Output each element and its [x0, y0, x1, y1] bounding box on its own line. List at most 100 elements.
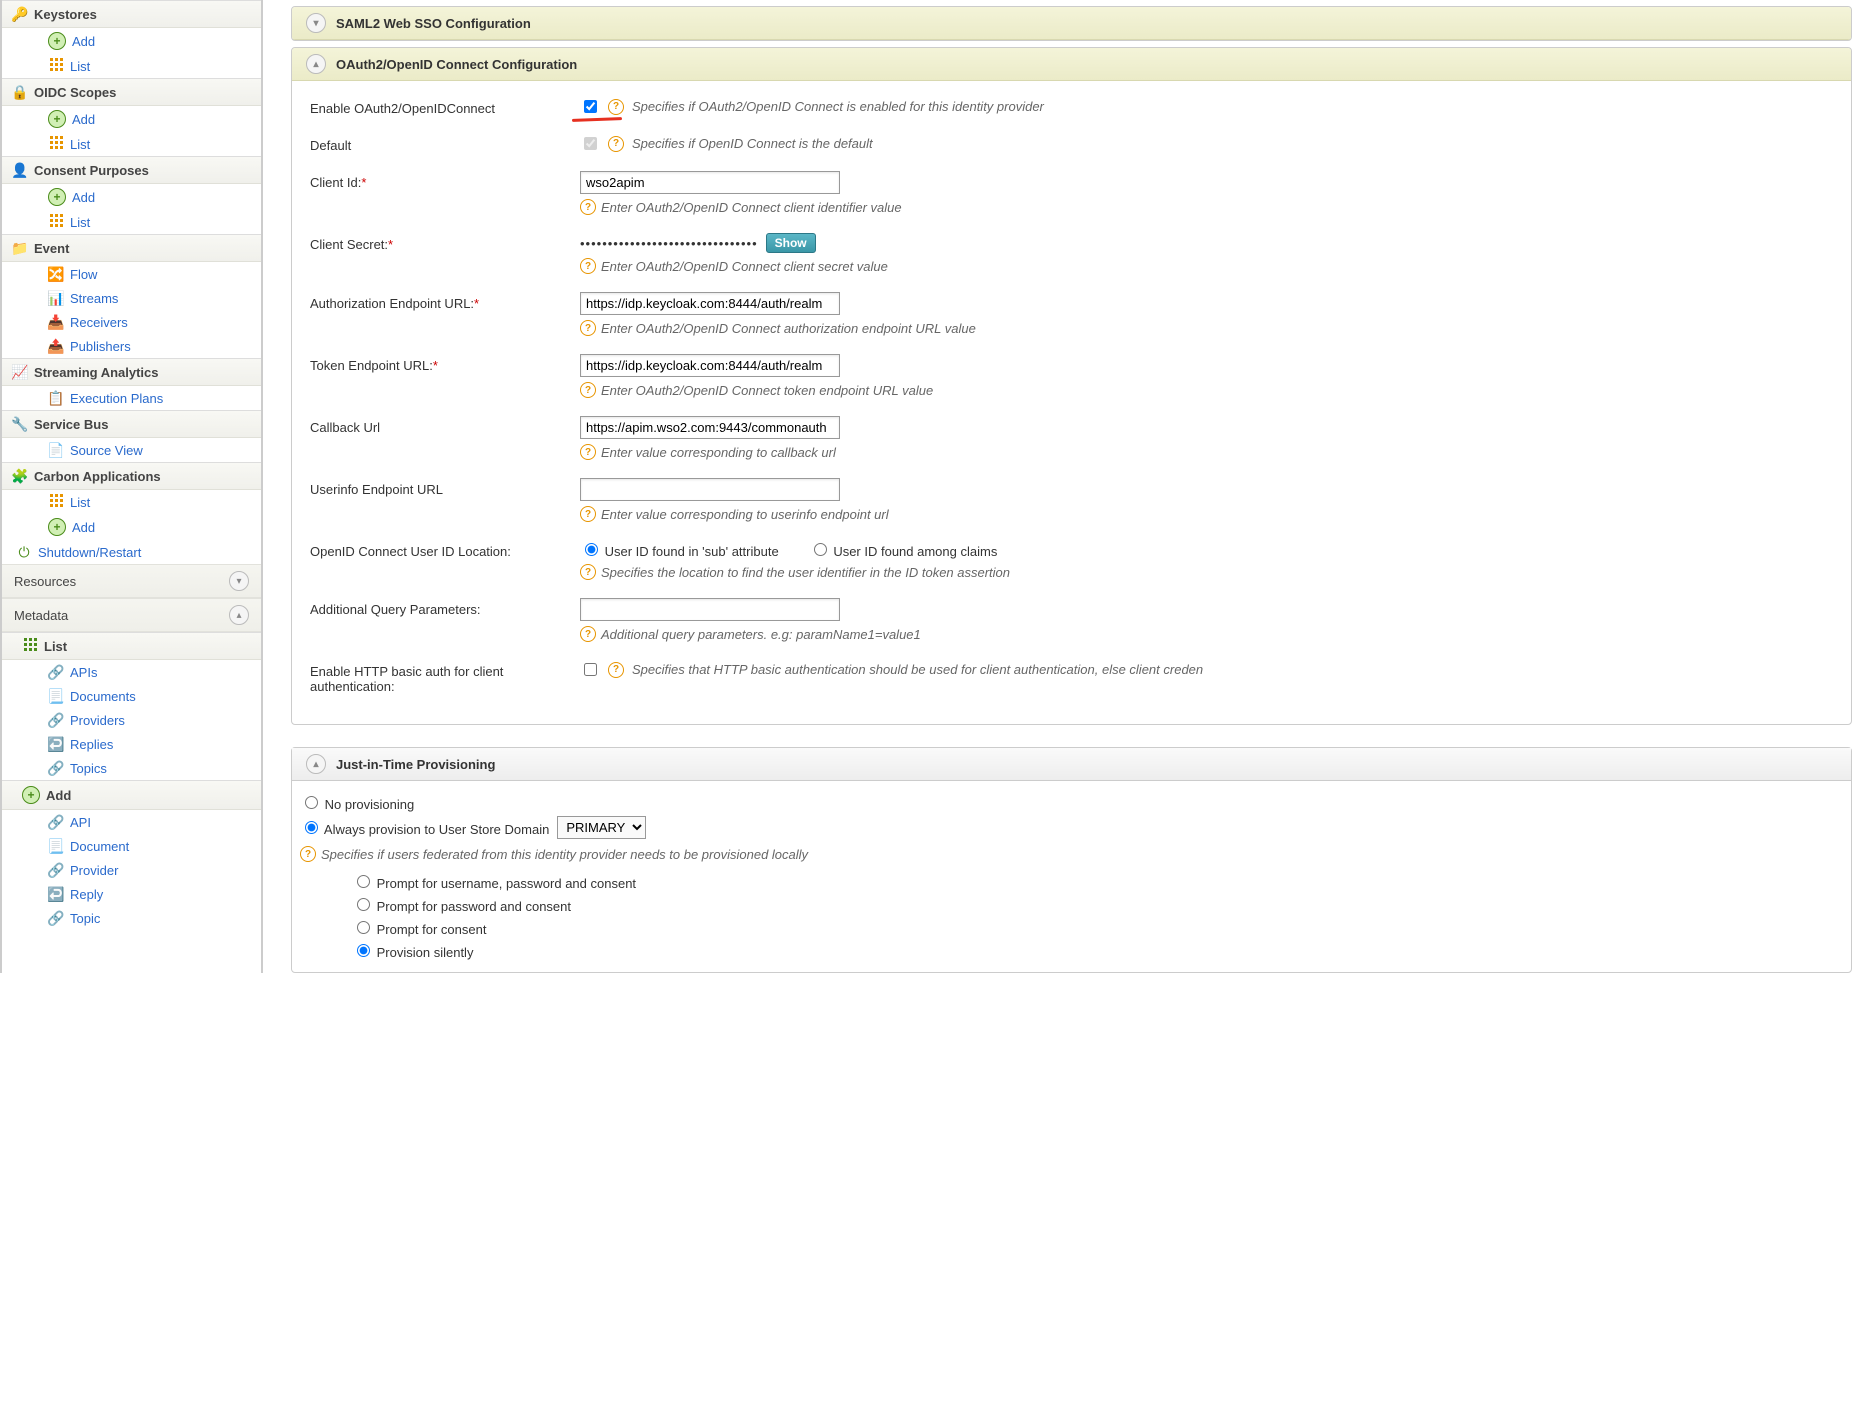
- sidebar-item-execution-plans[interactable]: 📋 Execution Plans: [2, 386, 261, 410]
- list-icon: [48, 494, 64, 510]
- main-content: ▾ SAML2 Web SSO Configuration ▴ OAuth2/O…: [263, 0, 1852, 973]
- plus-icon: +: [48, 110, 66, 128]
- sidebar-item-add-provider[interactable]: 🔗Provider: [2, 858, 261, 882]
- plus-icon: +: [48, 32, 66, 50]
- userinfo-input[interactable]: [580, 478, 840, 501]
- client-secret-help: Enter OAuth2/OpenID Connect client secre…: [601, 259, 888, 274]
- analytics-icon: 📈: [12, 364, 28, 380]
- callback-help: Enter value corresponding to callback ur…: [601, 445, 836, 460]
- help-icon[interactable]: ?: [580, 564, 596, 580]
- source-icon: 📄: [48, 442, 64, 458]
- flow-icon: 🔀: [48, 266, 64, 282]
- sidebar-category-resources[interactable]: Resources ▾: [2, 564, 261, 598]
- sidebar-item-event-publishers[interactable]: 📤 Publishers: [2, 334, 261, 358]
- sidebar-item-source-view[interactable]: 📄 Source View: [2, 438, 261, 462]
- jit-always-prov-radio[interactable]: Always provision to User Store Domain: [300, 818, 549, 837]
- sidebar-item-add-document[interactable]: 📃Document: [2, 834, 261, 858]
- help-icon[interactable]: ?: [608, 662, 624, 678]
- help-icon[interactable]: ?: [580, 199, 596, 215]
- sidebar-item-consent-list[interactable]: List: [2, 210, 261, 234]
- sidebar-category-metadata[interactable]: Metadata ▴: [2, 598, 261, 632]
- oauth-panel-title: OAuth2/OpenID Connect Configuration: [336, 57, 577, 72]
- token-endpoint-help: Enter OAuth2/OpenID Connect token endpoi…: [601, 383, 933, 398]
- default-checkbox: [584, 137, 597, 150]
- sidebar-item-apis[interactable]: 🔗APIs: [2, 660, 261, 684]
- jit-help: Specifies if users federated from this i…: [321, 847, 808, 862]
- sidebar-item-topics[interactable]: 🔗Topics: [2, 756, 261, 780]
- help-icon[interactable]: ?: [608, 99, 624, 115]
- highlight-underline: [572, 117, 622, 122]
- jit-prompt-pc-radio[interactable]: Prompt for password and consent: [352, 895, 571, 914]
- enable-oauth-checkbox[interactable]: [584, 100, 597, 113]
- power-icon: ⏻: [16, 544, 32, 560]
- sidebar-section-metadata-list: List: [2, 632, 261, 660]
- provider-icon: 🔗: [48, 862, 64, 878]
- sidebar-item-keystores-list[interactable]: List: [2, 54, 261, 78]
- sidebar-item-shutdown[interactable]: ⏻ Shutdown/Restart: [2, 540, 261, 564]
- folder-icon: 📁: [12, 240, 28, 256]
- list-icon: [22, 638, 38, 654]
- sidebar-item-carbon-add[interactable]: + Add: [2, 514, 261, 540]
- jit-prompt-upc-radio[interactable]: Prompt for username, password and consen…: [352, 872, 636, 891]
- sidebar-section-keystores: 🔑 Keystores: [2, 0, 261, 28]
- sidebar-item-event-receivers[interactable]: 📥 Receivers: [2, 310, 261, 334]
- sidebar-item-keystores-add[interactable]: + Add: [2, 28, 261, 54]
- callback-input[interactable]: [580, 416, 840, 439]
- callback-label: Callback Url: [310, 416, 570, 435]
- basic-auth-checkbox[interactable]: [584, 663, 597, 676]
- client-secret-masked: ••••••••••••••••••••••••••••••••: [580, 236, 758, 251]
- sidebar-item-carbon-list[interactable]: List: [2, 490, 261, 514]
- help-icon[interactable]: ?: [580, 258, 596, 274]
- addl-query-input[interactable]: [580, 598, 840, 621]
- sidebar-item-add-api[interactable]: 🔗API: [2, 810, 261, 834]
- sidebar-item-event-flow[interactable]: 🔀 Flow: [2, 262, 261, 286]
- userid-loc-label: OpenID Connect User ID Location:: [310, 540, 570, 559]
- sidebar-item-consent-add[interactable]: + Add: [2, 184, 261, 210]
- saml-panel-title: SAML2 Web SSO Configuration: [336, 16, 531, 31]
- sidebar-item-documents[interactable]: 📃Documents: [2, 684, 261, 708]
- show-button[interactable]: Show: [766, 233, 816, 253]
- sidebar-item-add-reply[interactable]: ↩️Reply: [2, 882, 261, 906]
- help-icon[interactable]: ?: [580, 626, 596, 642]
- help-icon[interactable]: ?: [580, 382, 596, 398]
- default-help: Specifies if OpenID Connect is the defau…: [632, 136, 873, 151]
- sidebar-item-oidc-list[interactable]: List: [2, 132, 261, 156]
- client-id-input[interactable]: [580, 171, 840, 194]
- jit-no-prov-radio[interactable]: No provisioning: [300, 793, 414, 812]
- sidebar-section-oidc-scopes: 🔒 OIDC Scopes: [2, 78, 261, 106]
- client-id-label: Client Id:*: [310, 171, 570, 190]
- doc-icon: 📃: [48, 838, 64, 854]
- token-endpoint-input[interactable]: [580, 354, 840, 377]
- userinfo-label: Userinfo Endpoint URL: [310, 478, 570, 497]
- stream-icon: 📊: [48, 290, 64, 306]
- help-icon[interactable]: ?: [580, 320, 596, 336]
- userid-radio-claims[interactable]: User ID found among claims: [809, 540, 998, 559]
- oauth-panel-header[interactable]: ▴ OAuth2/OpenID Connect Configuration: [292, 48, 1851, 81]
- addl-query-label: Additional Query Parameters:: [310, 598, 570, 617]
- sidebar-item-event-streams[interactable]: 📊 Streams: [2, 286, 261, 310]
- help-icon[interactable]: ?: [608, 136, 624, 152]
- help-icon[interactable]: ?: [580, 506, 596, 522]
- doc-icon: 📃: [48, 688, 64, 704]
- reply-icon: ↩️: [48, 736, 64, 752]
- help-icon[interactable]: ?: [300, 846, 316, 862]
- userinfo-help: Enter value corresponding to userinfo en…: [601, 507, 889, 522]
- help-icon[interactable]: ?: [580, 444, 596, 460]
- jit-silent-radio[interactable]: Provision silently: [352, 941, 473, 960]
- plus-icon: +: [48, 188, 66, 206]
- sidebar-section-carbon-apps: 🧩 Carbon Applications: [2, 462, 261, 490]
- auth-endpoint-input[interactable]: [580, 292, 840, 315]
- jit-prompt-c-radio[interactable]: Prompt for consent: [352, 918, 486, 937]
- userid-radio-sub[interactable]: User ID found in 'sub' attribute: [580, 540, 779, 559]
- api-icon: 🔗: [48, 664, 64, 680]
- list-icon: [48, 58, 64, 74]
- sidebar-item-oidc-add[interactable]: + Add: [2, 106, 261, 132]
- sidebar-item-providers[interactable]: 🔗Providers: [2, 708, 261, 732]
- sidebar-section-consent: 👤 Consent Purposes: [2, 156, 261, 184]
- saml-panel-header[interactable]: ▾ SAML2 Web SSO Configuration: [292, 7, 1851, 40]
- topic-icon: 🔗: [48, 910, 64, 926]
- jit-panel-header[interactable]: ▴ Just-in-Time Provisioning: [292, 748, 1851, 781]
- jit-domain-select[interactable]: PRIMARY: [557, 816, 646, 839]
- sidebar-item-replies[interactable]: ↩️Replies: [2, 732, 261, 756]
- sidebar-item-add-topic[interactable]: 🔗Topic: [2, 906, 261, 930]
